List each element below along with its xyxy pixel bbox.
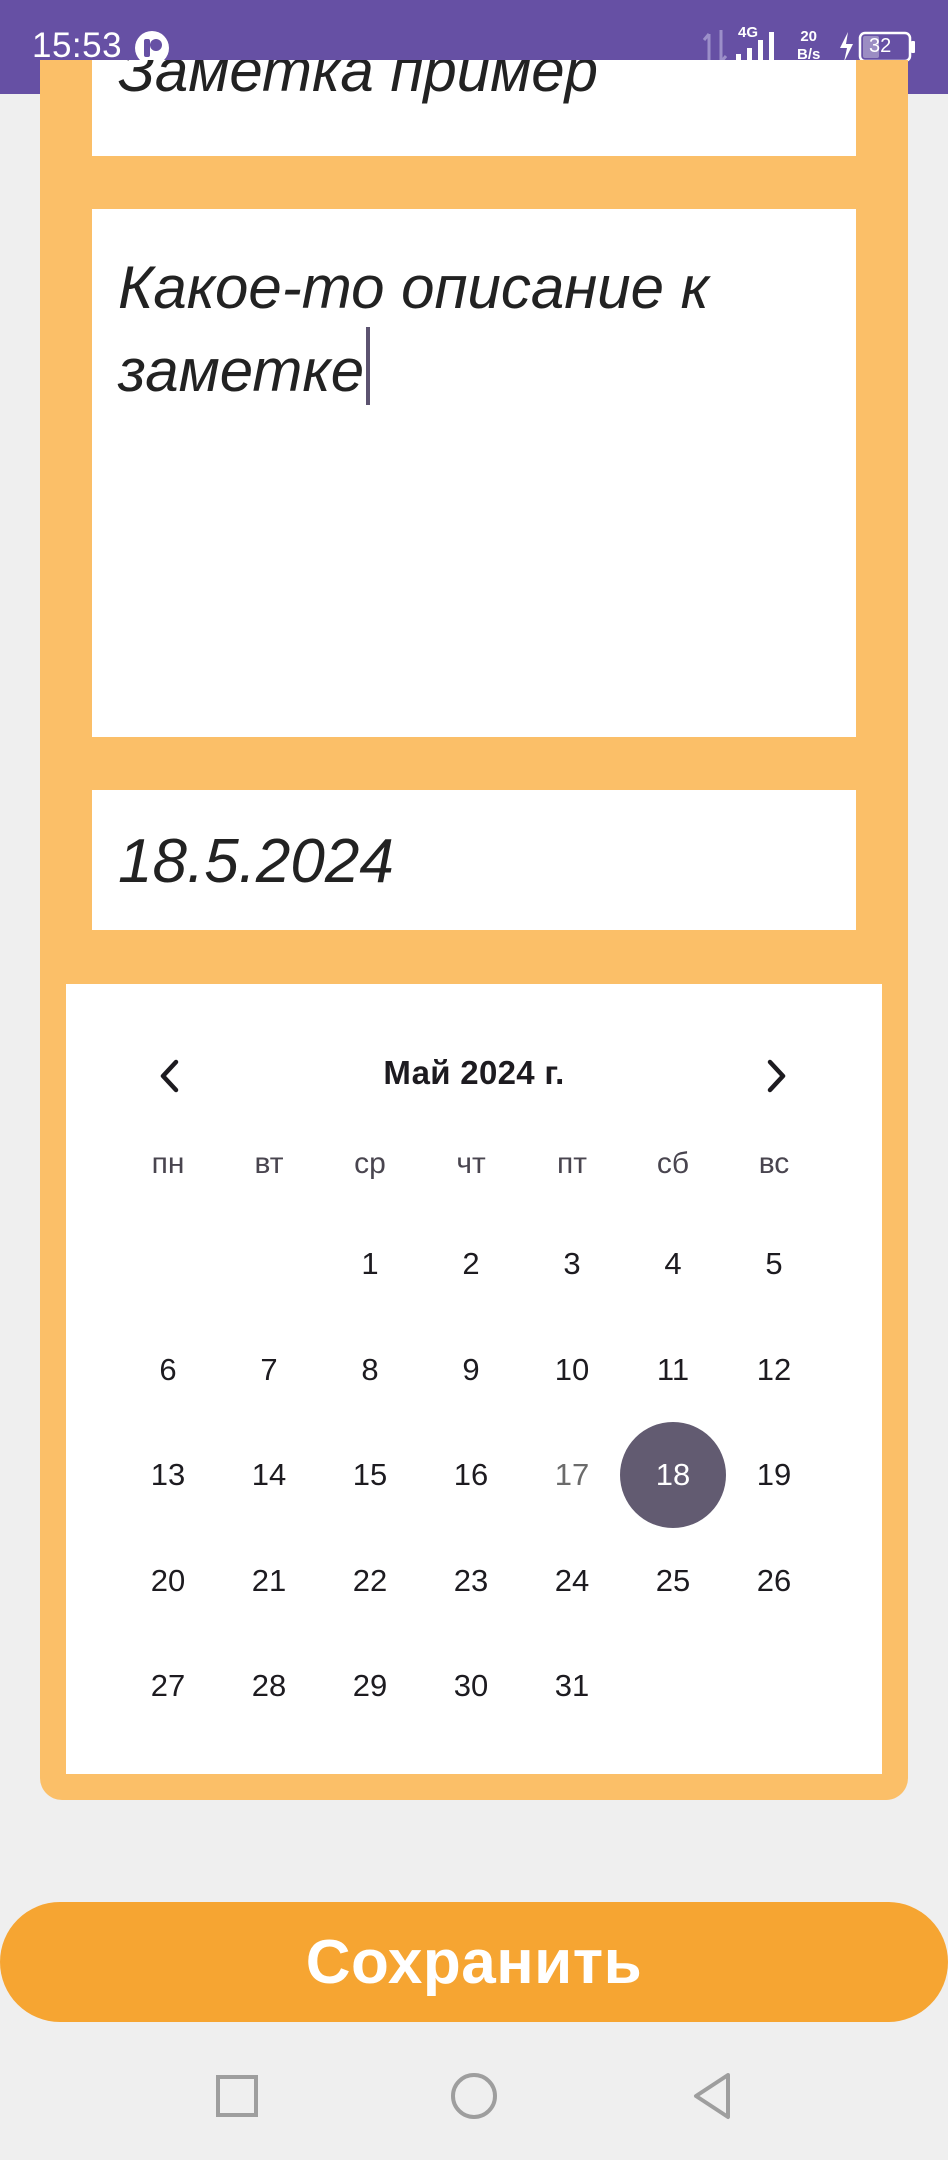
recents-square-icon: [216, 2075, 258, 2117]
calendar-day[interactable]: 4: [623, 1214, 723, 1314]
calendar-day[interactable]: 17: [522, 1425, 622, 1525]
note-title-field[interactable]: Заметка пример: [92, 60, 856, 156]
calendar-day[interactable]: 31: [522, 1636, 622, 1736]
chevron-right-icon: [767, 1059, 786, 1093]
calendar-day[interactable]: 9: [421, 1320, 521, 1420]
calendar-day[interactable]: 20: [118, 1531, 218, 1631]
calendar-day[interactable]: 28: [219, 1636, 319, 1736]
weekday-label: вт: [254, 1147, 284, 1180]
calendar-day[interactable]: 7: [219, 1320, 319, 1420]
date-picker-calendar: Май 2024 г. пн вт ср чт пт сб вс 1 2 3 4 5 6 7 8 9 10 11 1…: [66, 984, 882, 1774]
home-button[interactable]: [444, 2066, 504, 2126]
network-speed: 20 B/s: [797, 28, 820, 64]
note-description-value: Какое-то описание к заметке: [118, 249, 818, 410]
calendar-day[interactable]: 22: [320, 1531, 420, 1631]
back-triangle-icon: [694, 2073, 730, 2119]
calendar-day[interactable]: 11: [623, 1320, 723, 1420]
note-description-text: Какое-то описание к заметке: [118, 254, 710, 404]
weekday-label: вс: [758, 1147, 790, 1180]
calendar-day[interactable]: 26: [724, 1531, 824, 1631]
next-month-button[interactable]: [746, 1046, 806, 1106]
save-button[interactable]: Сохранить: [0, 1902, 948, 2022]
calendar-day[interactable]: 16: [421, 1425, 521, 1525]
network-speed-value: 20: [800, 28, 818, 45]
weekday-label: ср: [354, 1147, 386, 1180]
calendar-day[interactable]: 12: [724, 1320, 824, 1420]
weekday-label: пт: [557, 1147, 587, 1180]
battery-level: 32: [869, 35, 892, 57]
note-date-field[interactable]: 18.5.2024: [92, 790, 856, 930]
calendar-day[interactable]: 5: [724, 1214, 824, 1314]
calendar-day[interactable]: 18: [623, 1425, 723, 1525]
calendar-day[interactable]: 29: [320, 1636, 420, 1736]
home-circle-icon: [451, 2073, 497, 2119]
back-button[interactable]: [682, 2066, 742, 2126]
calendar-day[interactable]: 10: [522, 1320, 622, 1420]
calendar-day[interactable]: 21: [219, 1531, 319, 1631]
calendar-day[interactable]: 6: [118, 1320, 218, 1420]
calendar-day[interactable]: 19: [724, 1425, 824, 1525]
note-date-value: 18.5.2024: [118, 827, 394, 896]
note-description-field[interactable]: Какое-то описание к заметке: [92, 209, 856, 737]
calendar-day[interactable]: 14: [219, 1425, 319, 1525]
calendar-day[interactable]: 3: [522, 1214, 622, 1314]
weekday-label: чт: [456, 1147, 486, 1180]
text-cursor: [366, 327, 371, 405]
calendar-day[interactable]: 27: [118, 1636, 218, 1736]
calendar-day[interactable]: 30: [421, 1636, 521, 1736]
calendar-day[interactable]: 2: [421, 1214, 521, 1314]
calendar-day[interactable]: 24: [522, 1531, 622, 1631]
calendar-day[interactable]: 13: [118, 1425, 218, 1525]
recents-button[interactable]: [207, 2066, 267, 2126]
calendar-day[interactable]: 8: [320, 1320, 420, 1420]
system-navigation-bar: [0, 2030, 948, 2160]
calendar-day[interactable]: 15: [320, 1425, 420, 1525]
calendar-day[interactable]: 23: [421, 1531, 521, 1631]
calendar-day[interactable]: 25: [623, 1531, 723, 1631]
weekday-label: сб: [656, 1147, 690, 1180]
weekday-label: пн: [151, 1147, 185, 1180]
calendar-day[interactable]: 1: [320, 1214, 420, 1314]
note-title-value: Заметка пример: [118, 60, 598, 104]
